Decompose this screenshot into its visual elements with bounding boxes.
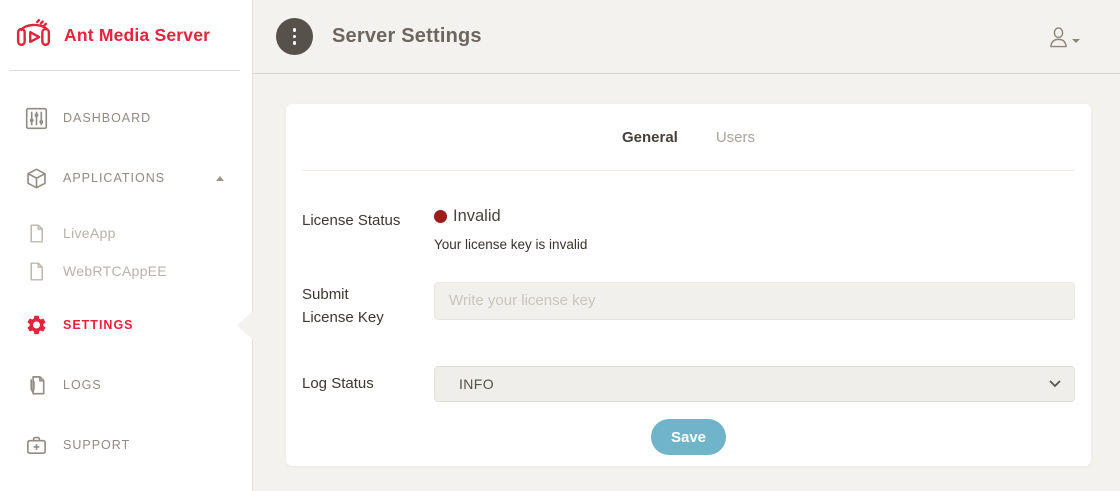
log-status-label: Log Status [302, 373, 434, 396]
top-bar: Server Settings [253, 0, 1120, 74]
sidebar-divider [9, 70, 240, 71]
sidebar-item-label: LiveApp [63, 225, 116, 241]
ant-media-logo-icon [13, 15, 54, 56]
sidebar-item-label: SETTINGS [63, 318, 134, 332]
chevron-down-icon [1072, 39, 1080, 43]
chevron-down-icon [1049, 380, 1061, 388]
license-status-value: Invalid [453, 207, 501, 226]
submit-license-label: Submit License Key [302, 272, 434, 329]
sidebar-item-liveapp[interactable]: LiveApp [0, 215, 252, 251]
applications-icon [25, 167, 48, 190]
tab-general[interactable]: General [622, 129, 678, 146]
file-icon [25, 260, 48, 283]
sidebar-item-label: APPLICATIONS [63, 171, 165, 185]
submit-license-row: Submit License Key [286, 272, 1091, 329]
user-icon [1048, 25, 1069, 49]
file-icon [25, 222, 48, 245]
sidebar-item-webrtcappee[interactable]: WebRTCAppEE [0, 253, 252, 289]
app-window: Ant Media Server DASHBOARD [0, 0, 1120, 491]
kebab-menu-icon[interactable] [276, 18, 313, 55]
collapse-caret-icon[interactable] [216, 176, 224, 181]
logs-icon [25, 374, 48, 397]
tab-users[interactable]: Users [716, 129, 755, 146]
save-row: Save [286, 419, 1091, 455]
sidebar-item-label: LOGS [63, 378, 102, 392]
tabs-divider [302, 170, 1075, 171]
license-status-description: Your license key is invalid [434, 237, 1075, 252]
gear-icon [25, 314, 48, 337]
brand-link[interactable]: Ant Media Server [0, 0, 252, 70]
sidebar-item-label: WebRTCAppEE [63, 263, 167, 279]
sidebar-item-support[interactable]: SUPPORT [0, 425, 252, 465]
log-status-value: INFO [459, 376, 494, 392]
sidebar: Ant Media Server DASHBOARD [0, 0, 253, 491]
save-button[interactable]: Save [651, 419, 726, 455]
license-status-row: License Status Invalid Your license key … [286, 207, 1091, 252]
dashboard-icon [25, 107, 48, 130]
main-area: Server Settings General Users License St… [253, 0, 1120, 491]
support-icon [25, 434, 48, 457]
brand-name: Ant Media Server [64, 25, 210, 46]
settings-card: General Users License Status Invalid You… [286, 104, 1091, 466]
license-key-input[interactable] [434, 282, 1075, 320]
log-status-select[interactable]: INFO [434, 366, 1075, 402]
sidebar-item-applications[interactable]: APPLICATIONS [0, 158, 252, 198]
tab-bar: General Users [286, 104, 1091, 170]
log-status-row: Log Status INFO [286, 366, 1091, 402]
status-dot-icon [434, 210, 447, 223]
sidebar-item-label: SUPPORT [63, 438, 130, 452]
sidebar-item-settings[interactable]: SETTINGS [0, 303, 252, 347]
page-title: Server Settings [332, 25, 482, 48]
license-status-label: License Status [302, 207, 434, 233]
sidebar-item-dashboard[interactable]: DASHBOARD [0, 98, 252, 138]
sidebar-item-label: DASHBOARD [63, 111, 151, 125]
user-menu-button[interactable] [1048, 25, 1080, 49]
sidebar-item-logs[interactable]: LOGS [0, 365, 252, 405]
